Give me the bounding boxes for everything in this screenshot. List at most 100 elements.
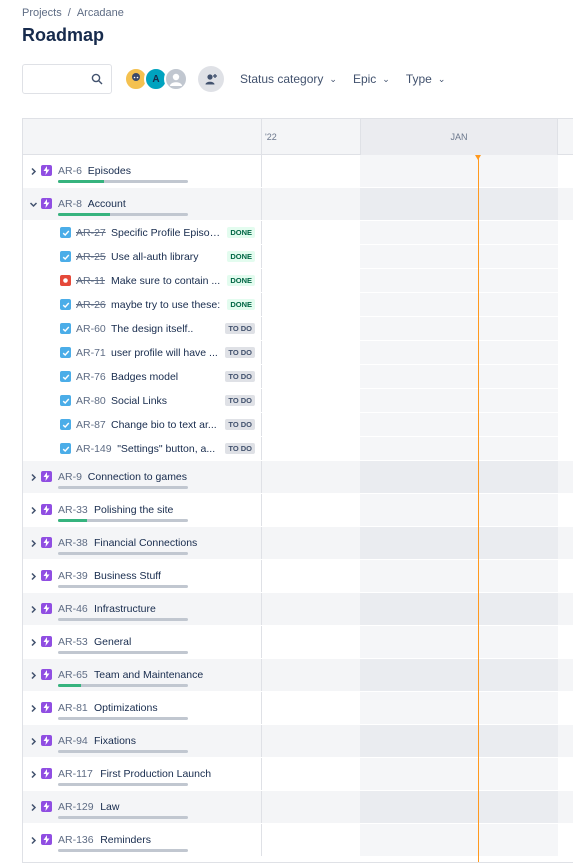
epic-row[interactable]: AR-65 Team and Maintenance — [23, 659, 573, 692]
chevron-right-icon[interactable] — [28, 637, 38, 647]
epic-row[interactable]: AR-94 Fixations — [23, 725, 573, 758]
issue-row[interactable]: AR-149 "Settings" button, a... TO DO — [23, 437, 573, 461]
epic-key[interactable]: AR-81 — [58, 702, 88, 714]
epic-row[interactable]: AR-9 Connection to games — [23, 461, 573, 494]
epic-summary[interactable]: Optimizations — [94, 702, 158, 714]
epic-summary[interactable]: Financial Connections — [94, 537, 197, 549]
chevron-right-icon[interactable] — [28, 472, 38, 482]
epic-summary[interactable]: Team and Maintenance — [94, 669, 203, 681]
epic-summary[interactable]: Account — [88, 198, 126, 210]
issue-row-cell: AR-76 Badges model TO DO — [23, 365, 262, 388]
issue-key[interactable]: AR-80 — [76, 395, 106, 407]
epic-key[interactable]: AR-65 — [58, 669, 88, 681]
breadcrumb-project-link[interactable]: Arcadane — [77, 7, 124, 19]
issue-key[interactable]: AR-26 — [76, 299, 106, 311]
issue-summary[interactable]: Use all-auth library — [111, 251, 223, 263]
breadcrumb-projects-link[interactable]: Projects — [22, 7, 62, 19]
avatar[interactable] — [164, 67, 188, 91]
epic-key[interactable]: AR-38 — [58, 537, 88, 549]
issue-row[interactable]: AR-26 maybe try to use these: DONE — [23, 293, 573, 317]
issue-row-cell: AR-26 maybe try to use these: DONE — [23, 293, 262, 316]
epic-key[interactable]: AR-136 — [58, 834, 94, 846]
chevron-right-icon[interactable] — [28, 769, 38, 779]
epic-row[interactable]: AR-39 Business Stuff — [23, 560, 573, 593]
issue-summary[interactable]: maybe try to use these: — [111, 299, 223, 311]
issue-row[interactable]: AR-27 Specific Profile Episodes DONE — [23, 221, 573, 245]
issue-summary[interactable]: Social Links — [111, 395, 223, 407]
issue-key[interactable]: AR-76 — [76, 371, 106, 383]
epic-summary[interactable]: Reminders — [100, 834, 151, 846]
epic-filter[interactable]: Epic ⌄ — [353, 72, 390, 86]
epic-key[interactable]: AR-6 — [58, 165, 82, 177]
epic-summary[interactable]: Episodes — [88, 165, 131, 177]
chevron-right-icon[interactable] — [28, 505, 38, 515]
epic-row[interactable]: AR-46 Infrastructure — [23, 593, 573, 626]
epic-row[interactable]: AR-53 General — [23, 626, 573, 659]
chevron-right-icon[interactable] — [28, 670, 38, 680]
issue-summary[interactable]: Change bio to text ar... — [111, 419, 223, 431]
issue-summary[interactable]: "Settings" button, a... — [117, 443, 223, 455]
epic-row[interactable]: AR-33 Polishing the site — [23, 494, 573, 527]
epic-icon — [41, 165, 52, 176]
issue-row[interactable]: AR-25 Use all-auth library DONE — [23, 245, 573, 269]
epic-summary[interactable]: Law — [100, 801, 119, 813]
issue-key[interactable]: AR-60 — [76, 323, 106, 335]
epic-summary[interactable]: Connection to games — [88, 471, 187, 483]
epic-row[interactable]: AR-129 Law — [23, 791, 573, 824]
chevron-right-icon[interactable] — [28, 703, 38, 713]
issue-row[interactable]: AR-87 Change bio to text ar... TO DO — [23, 413, 573, 437]
epic-key[interactable]: AR-46 — [58, 603, 88, 615]
issue-summary[interactable]: Make sure to contain ... — [111, 275, 223, 287]
timeline-lane — [262, 389, 573, 412]
chevron-right-icon[interactable] — [28, 166, 38, 176]
epic-key[interactable]: AR-39 — [58, 570, 88, 582]
issue-row[interactable]: AR-11 Make sure to contain ... DONE — [23, 269, 573, 293]
epic-row[interactable]: AR-136 Reminders — [23, 824, 573, 857]
epic-key[interactable]: AR-53 — [58, 636, 88, 648]
chevron-right-icon[interactable] — [28, 571, 38, 581]
epic-key[interactable]: AR-94 — [58, 735, 88, 747]
epic-row[interactable]: AR-38 Financial Connections — [23, 527, 573, 560]
chevron-down-icon[interactable] — [28, 199, 38, 209]
chevron-right-icon[interactable] — [28, 604, 38, 614]
issue-key[interactable]: AR-149 — [76, 443, 112, 455]
search-input[interactable] — [22, 64, 112, 94]
chevron-right-icon[interactable] — [28, 802, 38, 812]
issue-key[interactable]: AR-25 — [76, 251, 106, 263]
status-category-filter[interactable]: Status category ⌄ — [240, 72, 337, 86]
timeline-lane — [262, 413, 573, 436]
issue-row[interactable]: AR-60 The design itself.. TO DO — [23, 317, 573, 341]
epic-row[interactable]: AR-6 Episodes — [23, 155, 573, 188]
issue-key[interactable]: AR-11 — [76, 275, 105, 287]
chevron-down-icon: ⌄ — [329, 73, 337, 84]
epic-row[interactable]: AR-117 First Production Launch — [23, 758, 573, 791]
issue-key[interactable]: AR-27 — [76, 227, 106, 239]
issue-summary[interactable]: Badges model — [111, 371, 223, 383]
issue-key[interactable]: AR-87 — [76, 419, 106, 431]
epic-key[interactable]: AR-33 — [58, 504, 88, 516]
issue-row[interactable]: AR-71 user profile will have ... TO DO — [23, 341, 573, 365]
epic-key[interactable]: AR-9 — [58, 471, 82, 483]
epic-key[interactable]: AR-129 — [58, 801, 94, 813]
chevron-right-icon[interactable] — [28, 835, 38, 845]
epic-summary[interactable]: Business Stuff — [94, 570, 161, 582]
issue-summary[interactable]: user profile will have ... — [111, 347, 223, 359]
epic-key[interactable]: AR-117 — [58, 768, 93, 780]
chevron-right-icon[interactable] — [28, 736, 38, 746]
epic-summary[interactable]: General — [94, 636, 131, 648]
issue-summary[interactable]: The design itself.. — [111, 323, 223, 335]
issue-row[interactable]: AR-76 Badges model TO DO — [23, 365, 573, 389]
epic-row[interactable]: AR-81 Optimizations — [23, 692, 573, 725]
epic-summary[interactable]: First Production Launch — [100, 768, 211, 780]
type-filter[interactable]: Type ⌄ — [406, 72, 446, 86]
issue-row[interactable]: AR-80 Social Links TO DO — [23, 389, 573, 413]
epic-summary[interactable]: Infrastructure — [94, 603, 156, 615]
epic-summary[interactable]: Polishing the site — [94, 504, 173, 516]
issue-summary[interactable]: Specific Profile Episodes — [111, 227, 223, 239]
chevron-right-icon[interactable] — [28, 538, 38, 548]
epic-summary[interactable]: Fixations — [94, 735, 136, 747]
epic-key[interactable]: AR-8 — [58, 198, 82, 210]
issue-key[interactable]: AR-71 — [76, 347, 106, 359]
epic-row[interactable]: AR-8 Account — [23, 188, 573, 221]
add-people-button[interactable] — [198, 66, 224, 92]
